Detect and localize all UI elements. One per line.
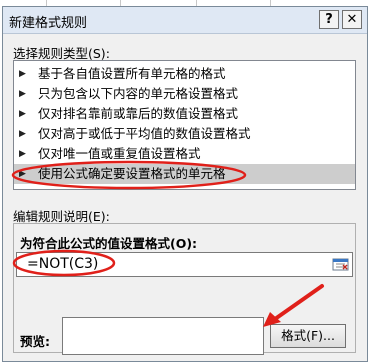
collapse-dialog-icon[interactable] [332, 256, 349, 273]
preview-box [62, 317, 264, 355]
list-item-label: 基于各自值设置所有单元格的格式 [38, 66, 226, 81]
list-item[interactable]: ▶ 仅对排名靠前或靠后的数值设置格式 [14, 104, 355, 124]
list-item-selected[interactable]: ▶ 使用公式确定要设置格式的单元格 [14, 164, 355, 184]
list-item[interactable]: ▶ 仅对高于或低于平均值的数值设置格式 [14, 124, 355, 144]
title-bar[interactable]: 新建格式规则 ? ✕ [3, 7, 367, 34]
list-item[interactable]: ▶ 只为包含以下内容的单元格设置格式 [14, 84, 355, 104]
list-item[interactable]: ▶ 基于各自值设置所有单元格的格式 [14, 64, 355, 84]
close-button[interactable]: ✕ [342, 10, 362, 29]
list-item[interactable]: ▶ 仅对唯一值或重复值设置格式 [14, 144, 355, 164]
preview-label: 预览: [20, 334, 50, 349]
formula-input[interactable]: =NOT(C3) [16, 252, 353, 277]
triangle-right-icon: ▶ [19, 109, 26, 119]
rule-type-list[interactable]: ▶ 基于各自值设置所有单元格的格式 ▶ 只为包含以下内容的单元格设置格式 ▶ 仅… [13, 60, 356, 190]
new-format-rule-dialog: 新建格式规则 ? ✕ 选择规则类型(S): ▶ 基于各自值设置所有单元格的格式 … [2, 6, 368, 362]
dialog-title: 新建格式规则 [9, 16, 88, 31]
format-button[interactable]: 格式(F)... [270, 324, 346, 348]
list-item-label: 仅对高于或低于平均值的数值设置格式 [38, 126, 251, 141]
triangle-right-icon: ▶ [19, 149, 26, 159]
triangle-right-icon: ▶ [19, 129, 26, 139]
list-item-label: 仅对排名靠前或靠后的数值设置格式 [38, 106, 239, 121]
triangle-right-icon: ▶ [19, 89, 26, 99]
help-button[interactable]: ? [319, 10, 339, 29]
rule-description-panel: 为符合此公式的值设置格式(O): =NOT(C3) 预览: 格式(F)... [13, 223, 356, 355]
formula-label: 为符合此公式的值设置格式(O): [20, 236, 198, 251]
triangle-right-icon: ▶ [19, 169, 26, 179]
formula-value: =NOT(C3) [27, 256, 99, 272]
list-item-label: 只为包含以下内容的单元格设置格式 [38, 86, 239, 101]
triangle-right-icon: ▶ [19, 69, 26, 79]
list-item-label: 使用公式确定要设置格式的单元格 [38, 166, 226, 181]
list-item-label: 仅对唯一值或重复值设置格式 [38, 146, 201, 161]
